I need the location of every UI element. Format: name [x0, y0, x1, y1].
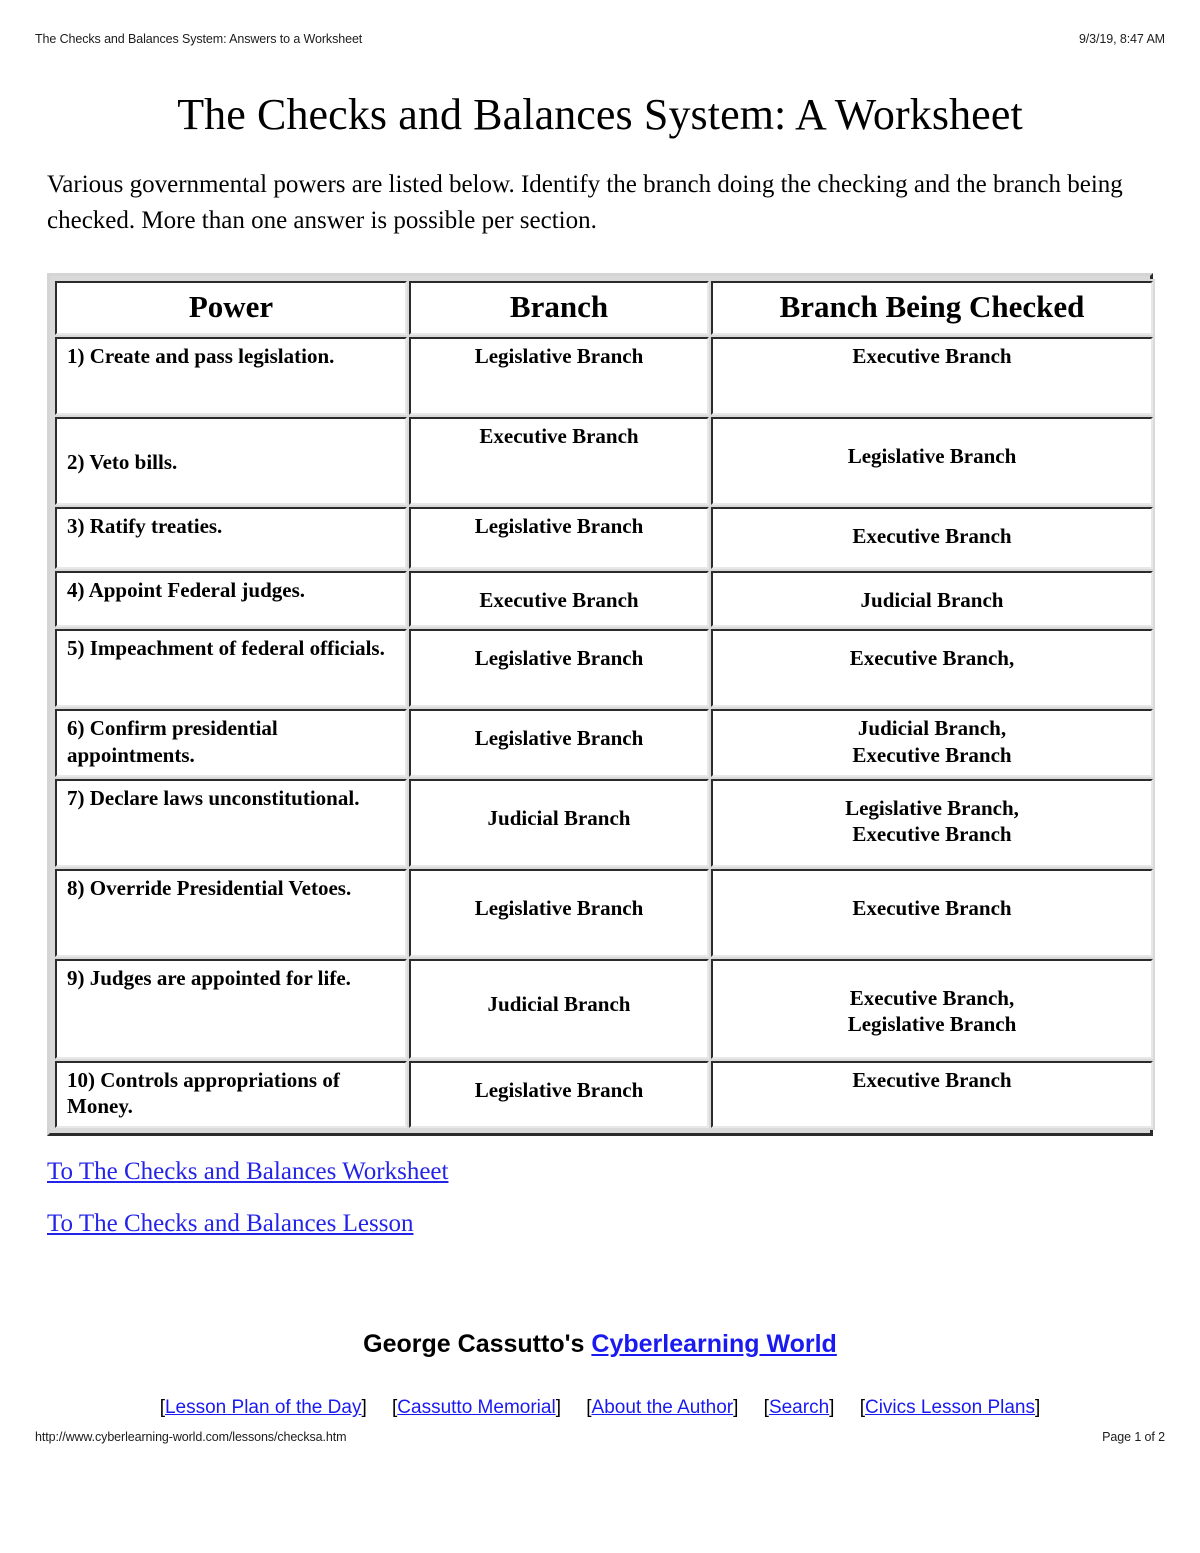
table-row: 4) Appoint Federal judges. Executive Bra…	[55, 570, 1153, 627]
cell-checked: Legislative Branch	[711, 416, 1153, 505]
cell-branch: Legislative Branch	[409, 1060, 709, 1129]
cell-power: 8) Override Presidential Vetoes.	[55, 868, 407, 957]
table-row: 5) Impeachment of federal officials. Leg…	[55, 628, 1153, 707]
document-body: The Checks and Balances System: A Worksh…	[47, 90, 1155, 1419]
cell-checked-line-2: Executive Branch	[852, 742, 1012, 767]
table-row: 1) Create and pass legislation. Legislat…	[55, 336, 1153, 415]
bracket-close: ]	[1035, 1397, 1041, 1419]
cell-checked: Executive Branch	[711, 336, 1153, 415]
bracket-close: ]	[829, 1397, 835, 1419]
cell-checked-line-1: Judicial Branch,	[857, 715, 1007, 740]
cell-checked: Judicial Branch	[711, 570, 1153, 627]
cell-checked: Legislative Branch, Executive Branch	[711, 778, 1153, 867]
cell-power: 2) Veto bills.	[55, 416, 407, 505]
nav-link-search[interactable]: Search	[769, 1397, 829, 1418]
nav-link-lesson-plan-of-the-day[interactable]: Lesson Plan of the Day	[165, 1397, 361, 1418]
bracket-close: ]	[361, 1397, 367, 1419]
cell-branch: Legislative Branch	[409, 708, 709, 777]
nav-link-civics-lesson-plans[interactable]: Civics Lesson Plans	[865, 1397, 1035, 1418]
cell-branch: Executive Branch	[409, 570, 709, 627]
nav-link-about-the-author[interactable]: About the Author	[592, 1397, 734, 1418]
column-header-checked: Branch Being Checked	[711, 280, 1153, 335]
print-footer: http://www.cyberlearning-world.com/lesso…	[35, 1430, 1165, 1444]
cell-power: 9) Judges are appointed for life.	[55, 958, 407, 1059]
cell-branch: Judicial Branch	[409, 778, 709, 867]
nav-item-civics-lesson-plans: [Civics Lesson Plans]	[860, 1397, 1041, 1418]
print-footer-page: Page 1 of 2	[1102, 1430, 1165, 1444]
table-row: 7) Declare laws unconstitutional. Judici…	[55, 778, 1153, 867]
cell-branch: Legislative Branch	[409, 506, 709, 569]
site-footer: George Cassutto's Cyberlearning World [L…	[47, 1330, 1153, 1419]
cell-checked: Executive Branch	[711, 868, 1153, 957]
byline-prefix: George Cassutto's	[363, 1330, 592, 1359]
cell-power: 5) Impeachment of federal officials.	[55, 628, 407, 707]
bracket-close: ]	[555, 1397, 561, 1419]
table-row: 6) Confirm presidential appointments. Le…	[55, 708, 1153, 777]
byline: George Cassutto's Cyberlearning World	[47, 1330, 1153, 1359]
table-header-row: Power Branch Branch Being Checked	[55, 280, 1153, 335]
cell-checked: Executive Branch, Legislative Branch	[711, 958, 1153, 1059]
intro-paragraph: Various governmental powers are listed b…	[47, 171, 1123, 235]
related-links: To The Checks and Balances Worksheet To …	[47, 1158, 1153, 1262]
column-header-branch: Branch	[409, 280, 709, 335]
cell-checked-line-1: Legislative Branch,	[845, 795, 1019, 820]
link-to-worksheet[interactable]: To The Checks and Balances Worksheet	[47, 1158, 448, 1186]
cell-branch: Executive Branch	[409, 416, 709, 505]
cell-checked: Executive Branch,	[711, 628, 1153, 707]
cell-power: 3) Ratify treaties.	[55, 506, 407, 569]
worksheet-table-frame: Power Branch Branch Being Checked 1) Cre…	[47, 272, 1155, 1137]
cell-checked: Judicial Branch, Executive Branch	[711, 708, 1153, 777]
link-to-lesson[interactable]: To The Checks and Balances Lesson	[47, 1210, 413, 1238]
print-footer-url: http://www.cyberlearning-world.com/lesso…	[35, 1430, 347, 1444]
cell-checked-line-2: Legislative Branch	[847, 1012, 1017, 1037]
cell-power: 7) Declare laws unconstitutional.	[55, 778, 407, 867]
nav-item-cassutto-memorial: [Cassutto Memorial]	[392, 1397, 561, 1418]
footer-nav: [Lesson Plan of the Day] [Cassutto Memor…	[47, 1397, 1153, 1419]
checks-and-balances-table: Power Branch Branch Being Checked 1) Cre…	[53, 278, 1155, 1131]
page-title: The Checks and Balances System: A Worksh…	[177, 90, 1023, 139]
cell-checked-line-2: Executive Branch	[852, 822, 1012, 847]
column-header-power: Power	[55, 280, 407, 335]
cell-power: 1) Create and pass legislation.	[55, 336, 407, 415]
table-row: 8) Override Presidential Vetoes. Legisla…	[55, 868, 1153, 957]
bracket-close: ]	[733, 1397, 739, 1419]
cell-checked: Executive Branch	[711, 1060, 1153, 1129]
cell-branch: Legislative Branch	[409, 336, 709, 415]
cell-checked-line-1: Executive Branch,	[849, 985, 1015, 1010]
cell-branch: Judicial Branch	[409, 958, 709, 1059]
cyberlearning-world-link[interactable]: Cyberlearning World	[591, 1330, 836, 1358]
cell-power: 6) Confirm presidential appointments.	[55, 708, 407, 777]
table-row: 9) Judges are appointed for life. Judici…	[55, 958, 1153, 1059]
cell-branch: Legislative Branch	[409, 628, 709, 707]
nav-item-lesson-plan-of-the-day: [Lesson Plan of the Day]	[160, 1397, 367, 1418]
table-row: 10) Controls appropriations of Money. Le…	[55, 1060, 1153, 1129]
table-row: 3) Ratify treaties. Legislative Branch E…	[55, 506, 1153, 569]
cell-checked: Executive Branch	[711, 506, 1153, 569]
cell-power: 4) Appoint Federal judges.	[55, 570, 407, 627]
nav-item-search: [Search]	[764, 1397, 835, 1418]
cell-power: 10) Controls appropriations of Money.	[55, 1060, 407, 1129]
print-header-timestamp: 9/3/19, 8:47 AM	[1078, 32, 1165, 46]
print-header: The Checks and Balances System: Answers …	[35, 32, 1165, 46]
print-header-title: The Checks and Balances System: Answers …	[35, 32, 363, 46]
cell-branch: Legislative Branch	[409, 868, 709, 957]
nav-item-about-the-author: [About the Author]	[586, 1397, 738, 1418]
nav-link-cassutto-memorial[interactable]: Cassutto Memorial	[397, 1397, 555, 1418]
table-row: 2) Veto bills. Executive Branch Legislat…	[55, 416, 1153, 505]
